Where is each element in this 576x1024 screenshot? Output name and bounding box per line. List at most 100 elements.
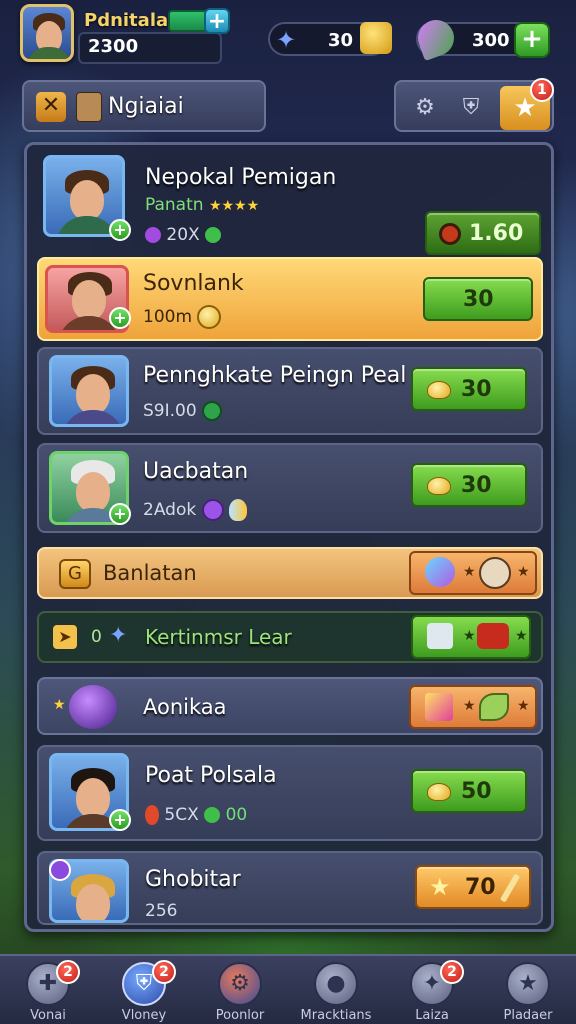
hero-card-2[interactable]: Pennghkate Peingn Peal S9I.00 30 [37, 347, 543, 435]
price-value: 70 [465, 875, 496, 900]
nav-label: Vloney [121, 1008, 167, 1023]
star-icon: ★ [53, 697, 66, 713]
gold-pile-icon [427, 477, 451, 495]
magic-orb-icon [69, 685, 117, 729]
price-value: 30 [461, 377, 492, 402]
nav-item-vonai[interactable]: ✚ 2 Vonai [0, 960, 96, 1024]
gold-pile-icon [427, 783, 451, 801]
energy-counter[interactable]: ✦ 30 [268, 22, 392, 56]
nav-label: Pladaer [503, 1008, 553, 1023]
section-banner-0[interactable]: G Banlatan ★ ★ [37, 547, 543, 599]
scroll-badge-icon: G [59, 559, 91, 589]
star-icon: ★ [429, 873, 451, 901]
reward-box[interactable]: ★ ★ [409, 551, 537, 595]
hero-stat: 100m [143, 307, 193, 327]
hero-stat-a: 5CX [164, 805, 199, 825]
alert-badge: 1 [530, 78, 554, 102]
top-bar: + Pdnitala 2300 ✦ 30 300 + [0, 0, 576, 72]
hero-head-icon [479, 557, 511, 589]
hero-plus-icon[interactable]: + [109, 809, 131, 831]
star-rating-icon: ★★★★ [208, 198, 260, 214]
banner-title: Aonikaa [143, 695, 227, 719]
add-coins-button[interactable]: + [204, 8, 230, 34]
player-avatar[interactable] [20, 4, 74, 62]
buy-button[interactable]: ★ 70 [415, 865, 531, 909]
hero-name: Poat Polsala [145, 763, 277, 788]
buy-button[interactable]: 30 [411, 367, 527, 411]
hero-name: Uacbatan [143, 459, 249, 484]
close-button[interactable]: ✕ [36, 92, 66, 122]
hero-stat: S9I.00 [143, 401, 197, 421]
hero-card-7[interactable]: + Poat Polsala 5CX 00 50 [37, 745, 543, 841]
section-banner-1[interactable]: ★ Aonikaa ★ ★ [37, 677, 543, 735]
gold-pile-icon [427, 381, 451, 399]
gold-coin-icon [197, 305, 222, 329]
price-value: 1.60 [469, 221, 524, 246]
header-actions: ⚙ ⛨ ★ 1 [394, 78, 554, 132]
treasure-icon [360, 22, 392, 54]
reward-box[interactable]: ★ ★ [409, 685, 537, 729]
hero-card-1[interactable]: + Sovnlank 100m 30 [37, 257, 543, 341]
price-value: 30 [463, 287, 494, 312]
page-title: Ngiaiai [108, 94, 184, 119]
flame-icon [229, 499, 247, 521]
feather-icon [499, 873, 521, 903]
gem-counter[interactable]: 300 + [412, 14, 550, 62]
star-separator-icon: ★ [463, 628, 476, 644]
star-separator-icon: ★ [517, 564, 530, 580]
nav-item-laiza[interactable]: ✦ 2 Laiza [384, 960, 480, 1024]
green-coin-icon [202, 401, 223, 421]
hero-plus-icon[interactable]: + [109, 503, 131, 525]
reward-box[interactable]: ★ ★ [411, 615, 531, 659]
hero-name: Nepokal Pemigan [145, 165, 337, 190]
nav-item-mracktians[interactable]: ● Mracktians [288, 960, 384, 1024]
energy-value: 30 [328, 30, 354, 51]
buy-button[interactable]: 30 [423, 277, 533, 321]
hero-stat: 256 [145, 901, 178, 921]
hero-stats: 20X [145, 225, 222, 245]
nav-badge: 2 [440, 960, 464, 984]
task-row[interactable]: ➤ 0 ✦ Kertinmsr Lear ★ ★ [37, 611, 543, 663]
buy-button[interactable]: 1.60 [425, 211, 541, 255]
green-leaf-icon [204, 807, 221, 823]
star-separator-icon: ★ [463, 698, 476, 714]
task-title: Kertinmsr Lear [145, 625, 292, 649]
nav-item-vloney[interactable]: ⛨ 2 Vloney [96, 960, 192, 1024]
nav-label: Laiza [415, 1008, 449, 1023]
nav-item-poonlor[interactable]: ⚙ Poonlor [192, 960, 288, 1024]
leaf-gem-icon [412, 14, 460, 62]
hero-list-panel: + Nepokal Pemigan Panatn ★★★★ 20X 1.60 +… [24, 142, 554, 932]
hero-plus-icon[interactable]: + [109, 307, 131, 329]
hero-rank-label: Panatn [145, 195, 204, 215]
crystal-icon [425, 557, 455, 587]
hero-card-3[interactable]: + Uacbatan 2Adok 30 [37, 443, 543, 533]
star-separator-icon: ★ [463, 564, 476, 580]
armor-icon [427, 623, 453, 649]
gem-value: 300 [472, 30, 510, 51]
price-value: 30 [461, 473, 492, 498]
nav-label: Vonai [30, 1008, 66, 1023]
buy-button[interactable]: 30 [411, 463, 527, 507]
hero-plus-icon[interactable]: + [109, 219, 131, 241]
bottom-nav: ✚ 2 Vonai ⛨ 2 Vloney ⚙ Poonlor ● Mrackti… [0, 954, 576, 1024]
star-separator-icon: ★ [515, 628, 528, 644]
nav-item-pladaer[interactable]: ★ Pladaer [480, 960, 576, 1024]
hero-stat-b: 00 [225, 805, 248, 825]
add-gems-button[interactable]: + [514, 22, 550, 58]
shield-sword-icon[interactable]: ⛨ [454, 92, 488, 124]
hero-stats: 5CX 00 [145, 805, 247, 825]
player-name: Pdnitala [84, 10, 169, 31]
hero-card-0[interactable]: + Nepokal Pemigan Panatn ★★★★ 20X 1.60 [37, 151, 543, 255]
hero-name: Ghobitar [145, 867, 241, 892]
player-profile[interactable]: + Pdnitala 2300 [18, 4, 230, 64]
hero-stats: S9I.00 [143, 401, 223, 421]
hero-card-8[interactable]: Ghobitar 256 ★ 70 [37, 851, 543, 925]
hero-stats: 2Adok [143, 499, 247, 521]
buy-button[interactable]: 50 [411, 769, 527, 813]
hero-name: Pennghkate Peingn Peal [143, 363, 407, 388]
nav-badge: 2 [152, 960, 176, 984]
arrow-icon: ➤ [53, 625, 77, 649]
purple-badge-icon [49, 859, 71, 881]
hero-stat: 2Adok [143, 500, 197, 520]
settings-icon[interactable]: ⚙ [408, 92, 442, 124]
